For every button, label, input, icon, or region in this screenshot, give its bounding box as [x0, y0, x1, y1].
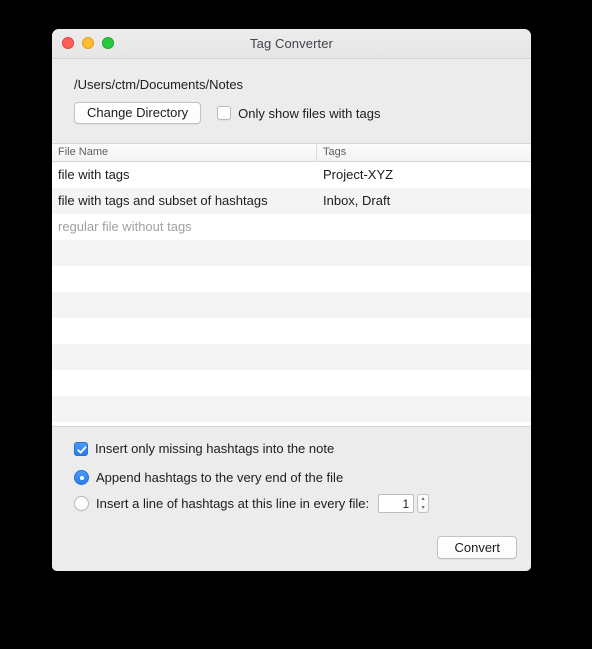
file-table[interactable]: File Name Tags file with tags Project-XYZ… [52, 143, 531, 427]
table-header: File Name Tags [52, 144, 531, 162]
app-window: Tag Converter /Users/ctm/Documents/Notes… [52, 29, 531, 571]
radio-append-label: Append hashtags to the very end of the f… [96, 470, 344, 485]
line-number-input[interactable] [378, 494, 415, 513]
convert-button[interactable]: Convert [437, 536, 517, 559]
table-row-empty[interactable] [52, 370, 531, 396]
column-header-tags[interactable]: Tags [317, 144, 531, 161]
toolbar: /Users/ctm/Documents/Notes Change Direct… [52, 59, 531, 143]
table-row-empty[interactable] [52, 344, 531, 370]
cell-file-name: file with tags and subset of hashtags [58, 193, 268, 208]
cell-tags: Inbox, Draft [323, 193, 391, 208]
only-show-tagged-checkbox[interactable]: Only show files with tags [217, 105, 381, 121]
window-title: Tag Converter [250, 36, 333, 51]
radio-append-end[interactable]: Append hashtags to the very end of the f… [74, 470, 531, 485]
toolbar-row: Change Directory Only show files with ta… [74, 102, 531, 124]
checkbox-checked-icon [74, 441, 88, 456]
table-row[interactable]: file with tags Project-XYZ [52, 162, 531, 188]
traffic-light-group [62, 37, 114, 49]
column-header-file-name[interactable]: File Name [52, 144, 317, 161]
cell-file-name: regular file without tags [58, 219, 192, 234]
title-bar: Tag Converter [52, 29, 531, 59]
radio-insert-line-label: Insert a line of hashtags at this line i… [96, 496, 370, 511]
radio-insert-at-line[interactable]: Insert a line of hashtags at this line i… [74, 494, 531, 513]
insert-missing-label: Insert only missing hashtags into the no… [95, 441, 335, 456]
options-panel: Insert only missing hashtags into the no… [52, 427, 531, 571]
insert-missing-checkbox[interactable]: Insert only missing hashtags into the no… [74, 441, 531, 456]
stepper-down-icon[interactable]: ▾ [422, 505, 425, 511]
table-row-empty[interactable] [52, 240, 531, 266]
table-row-empty[interactable] [52, 318, 531, 344]
checkbox-unchecked-icon [217, 106, 232, 120]
cell-file-name: file with tags [58, 167, 130, 182]
stepper-buttons[interactable]: ▴ ▾ [417, 494, 430, 513]
directory-path-label: /Users/ctm/Documents/Notes [74, 77, 244, 92]
table-row[interactable]: file with tags and subset of hashtags Inb… [52, 188, 531, 214]
cell-tags: Project-XYZ [323, 167, 394, 182]
table-row[interactable]: regular file without tags [52, 214, 531, 240]
table-row-empty[interactable] [52, 292, 531, 318]
only-show-tagged-label: Only show files with tags [238, 105, 381, 121]
radio-selected-icon [74, 470, 89, 485]
cell-tags [317, 214, 531, 240]
minimize-button[interactable] [82, 37, 94, 49]
line-number-stepper[interactable]: ▴ ▾ [378, 494, 430, 513]
table-body: file with tags Project-XYZ file with tags … [52, 162, 531, 426]
change-directory-button[interactable]: Change Directory [74, 102, 202, 124]
stepper-up-icon[interactable]: ▴ [422, 496, 425, 502]
radio-unselected-icon [74, 496, 89, 511]
zoom-button[interactable] [102, 37, 114, 49]
close-button[interactable] [62, 37, 74, 49]
table-row-empty[interactable] [52, 266, 531, 292]
table-row-empty[interactable] [52, 396, 531, 422]
